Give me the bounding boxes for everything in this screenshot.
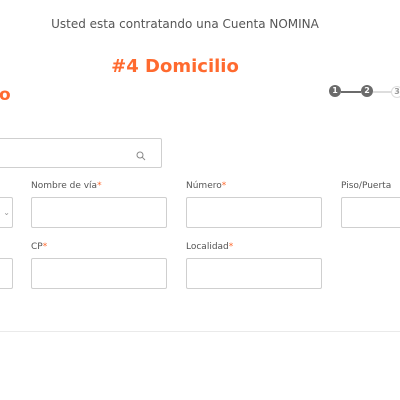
number-input[interactable] [186,197,322,228]
postal-code-label: CP* [31,242,48,252]
contracting-header: Usted esta contratando una Cuenta NOMINA [51,17,319,31]
floor-door-label: Piso/Puerta [341,181,392,191]
section-divider [0,331,400,332]
locality-input[interactable] [186,258,322,289]
floor-door-input[interactable] [341,197,400,228]
search-icon [135,147,147,161]
section-title: o [0,85,11,105]
street-type-select[interactable]: ⌄ [0,197,13,228]
chevron-down-icon: ⌄ [3,208,10,217]
step-connector-2 [373,91,391,93]
street-name-input[interactable] [31,197,167,228]
postal-code-input[interactable] [31,258,167,289]
step-connector-1 [341,91,361,93]
province-select[interactable] [0,258,13,289]
address-search-input[interactable] [0,138,162,168]
overlay-title: #4 Domicilio [111,56,239,77]
step-3: 3 [391,86,400,98]
step-2: 2 [361,85,373,97]
street-name-label: Nombre de vía* [31,181,102,191]
number-label: Número* [186,181,227,191]
locality-label: Localidad* [186,242,234,252]
step-1: 1 [329,85,341,97]
